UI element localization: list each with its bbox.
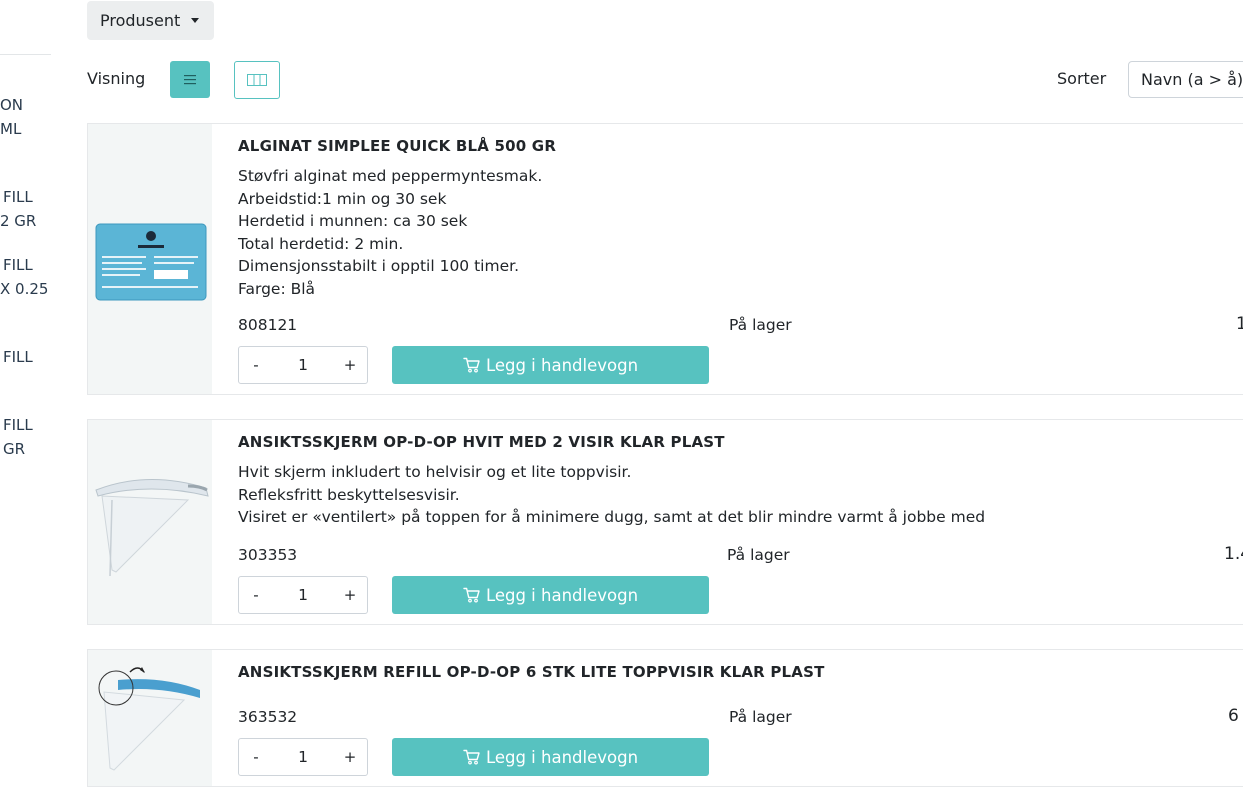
caret-down-icon: [191, 18, 200, 23]
cart-icon: [463, 357, 480, 373]
sort-label: Sorter: [1057, 69, 1107, 88]
description-line: Refleksfritt beskyttelsesvisir.: [238, 485, 460, 504]
sort-select[interactable]: Navn (a > å): [1128, 61, 1243, 98]
alginate-package-image: [95, 223, 207, 301]
product-card: ANSIKTSSKJERM OP-D-OP HVIT MED 2 VISIR K…: [87, 419, 1243, 625]
quantity-increase-button[interactable]: +: [333, 577, 367, 613]
quantity-input[interactable]: 1: [273, 739, 333, 775]
description-line: Dimensjonsstabilt i opptil 100 timer.: [238, 257, 519, 275]
quantity-decrease-button[interactable]: -: [239, 577, 273, 613]
sidebar-item[interactable]: GR: [3, 437, 25, 461]
quantity-decrease-button[interactable]: -: [239, 347, 273, 383]
description-line: Farge: Blå: [238, 279, 316, 298]
description-line: Herdetid i munnen: ca 30 sek: [238, 212, 468, 230]
sidebar-item-label: FILL: [3, 416, 33, 434]
quantity-increase-button[interactable]: +: [333, 347, 367, 383]
add-to-cart-button[interactable]: Legg i handlevogn: [392, 576, 709, 614]
sidebar-item-label: 2 GR: [0, 212, 37, 230]
list-icon: [184, 74, 196, 84]
add-to-cart-button[interactable]: Legg i handlevogn: [392, 346, 709, 384]
sidebar-item-label: FILL: [3, 188, 33, 206]
product-title[interactable]: ANSIKTSSKJERM OP-D-OP HVIT MED 2 VISIR K…: [238, 433, 725, 451]
list-view-button[interactable]: [170, 61, 210, 98]
add-to-cart-label: Legg i handlevogn: [485, 355, 639, 375]
product-sku: 303353: [238, 546, 298, 564]
sidebar-item[interactable]: X 0.25: [0, 277, 48, 301]
description-line: Hvit skjerm inkludert to helvisir og et …: [238, 463, 632, 481]
producer-dropdown[interactable]: Produsent: [87, 1, 214, 40]
cart-icon: [463, 587, 480, 603]
product-image[interactable]: [88, 650, 212, 786]
sidebar-item[interactable]: FILL: [3, 185, 33, 209]
sidebar-item[interactable]: FILL: [3, 253, 33, 277]
product-image[interactable]: [88, 420, 212, 624]
quantity-stepper: - 1 +: [238, 576, 368, 614]
grid-icon: [247, 74, 267, 86]
product-card: ALGINAT SIMPLEE QUICK BLÅ 500 GR Støvfri…: [87, 123, 1243, 395]
product-sku: 808121: [238, 316, 298, 334]
product-title[interactable]: ALGINAT SIMPLEE QUICK BLÅ 500 GR: [238, 137, 556, 155]
producer-dropdown-label: Produsent: [100, 11, 181, 30]
stock-status: På lager: [729, 316, 792, 334]
sidebar-item-label: FILL: [3, 348, 33, 366]
description-line: Arbeidstid:1 min og 30 sek: [238, 189, 447, 208]
product-description: Hvit skjerm inkludert to helvisir og et …: [238, 461, 985, 529]
face-shield-image: [95, 478, 209, 577]
stock-status: På lager: [727, 546, 790, 564]
product-title[interactable]: ANSIKTSSKJERM REFILL OP-D-OP 6 STK LITE …: [238, 663, 825, 681]
sidebar-item[interactable]: FILL: [3, 345, 33, 369]
sidebar-item[interactable]: FILL: [3, 413, 33, 437]
product-description: Støvfri alginat med peppermyntesmak. Arb…: [238, 165, 542, 300]
view-label: Visning: [87, 69, 146, 88]
quantity-stepper: - 1 +: [238, 738, 368, 776]
product-price: 1.4: [1224, 544, 1243, 564]
add-to-cart-button[interactable]: Legg i handlevogn: [392, 738, 709, 776]
add-to-cart-label: Legg i handlevogn: [485, 585, 639, 605]
description-line: Støvfri alginat med peppermyntesmak.: [238, 167, 543, 185]
product-image[interactable]: [88, 124, 212, 394]
sidebar-item[interactable]: 2 GR: [0, 209, 36, 233]
add-to-cart-label: Legg i handlevogn: [485, 747, 639, 767]
product-card: ANSIKTSSKJERM REFILL OP-D-OP 6 STK LITE …: [87, 649, 1243, 787]
product-price: 1: [1236, 314, 1243, 334]
sidebar-item-label: X 0.25: [0, 280, 49, 298]
product-sku: 363532: [238, 708, 298, 726]
quantity-decrease-button[interactable]: -: [239, 739, 273, 775]
sidebar-item-label: GR: [3, 440, 26, 458]
description-line: Visiret er «ventilert» på toppen for å m…: [238, 508, 986, 526]
stock-status: På lager: [729, 708, 792, 726]
description-line: Total herdetid: 2 min.: [238, 234, 404, 253]
quantity-input[interactable]: 1: [273, 347, 333, 383]
sidebar-item-label: ML: [0, 120, 22, 138]
product-price: 6: [1228, 706, 1239, 726]
grid-view-button[interactable]: [234, 61, 280, 99]
sidebar-item[interactable]: ON ML: [0, 93, 23, 141]
cart-icon: [463, 749, 480, 765]
sidebar-divider: [0, 54, 51, 55]
quantity-stepper: - 1 +: [238, 346, 368, 384]
face-shield-refill-image: [98, 667, 200, 771]
quantity-input[interactable]: 1: [273, 577, 333, 613]
quantity-increase-button[interactable]: +: [333, 739, 367, 775]
sidebar-item-label: ON: [0, 96, 24, 114]
sidebar-item-label: FILL: [3, 256, 33, 274]
